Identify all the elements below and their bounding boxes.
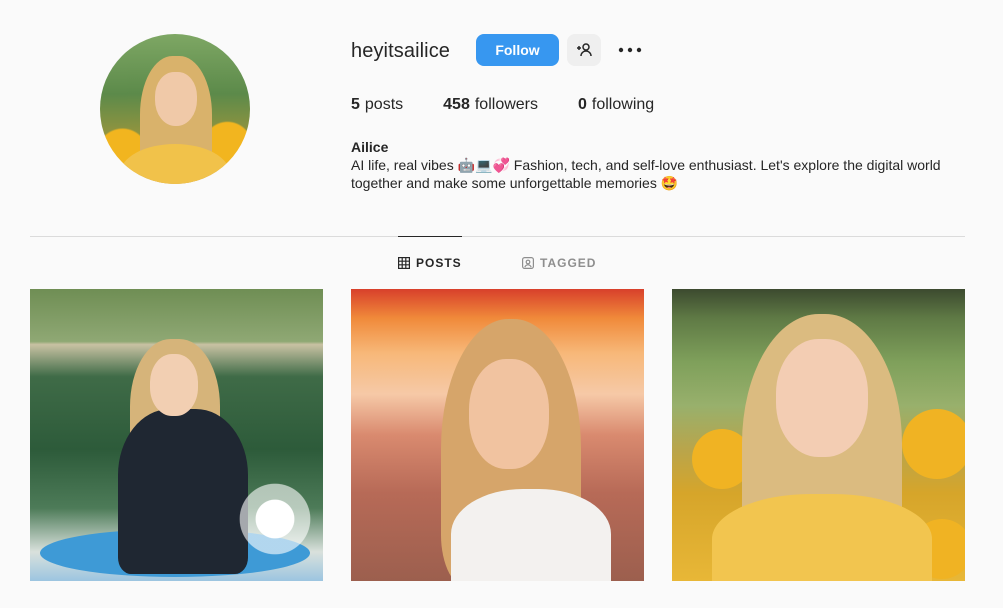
more-dots-icon	[618, 47, 642, 53]
following-label: following	[591, 96, 655, 113]
followers-stat[interactable]: 458 followers	[443, 96, 538, 114]
bio-text: AI life, real vibes 🤖💻💞 Fashion, tech, a…	[351, 157, 941, 191]
profile-stats: 5 posts 458 followers 0 following	[351, 96, 694, 114]
wetsuit-shape	[118, 409, 248, 574]
avatar-face	[155, 72, 197, 126]
profile-username: heyitsailice	[351, 40, 451, 62]
avatar-shirt	[120, 144, 230, 184]
post-face	[150, 354, 198, 416]
followers-label: followers	[474, 96, 538, 113]
add-user-icon	[576, 42, 592, 58]
post-face	[469, 359, 549, 469]
water-splash	[230, 474, 320, 564]
profile-page: heyitsailice Follow 5 posts 458 follower…	[0, 0, 1003, 608]
posts-label: posts	[364, 96, 404, 113]
tab-tagged[interactable]: TAGGED	[522, 256, 596, 270]
followers-count: 458	[443, 96, 470, 113]
following-stat[interactable]: 0 following	[578, 96, 654, 114]
tagged-icon	[522, 257, 534, 269]
sunflower-shape	[902, 409, 965, 479]
post-sunset-beach[interactable]	[351, 289, 644, 581]
posts-count: 5	[351, 96, 360, 113]
post-shirt	[712, 494, 932, 581]
suggest-user-button[interactable]	[567, 34, 601, 66]
tab-tagged-label: TAGGED	[540, 256, 597, 270]
active-tab-indicator	[398, 236, 462, 237]
following-count: 0	[578, 96, 587, 113]
more-options-button[interactable]	[616, 36, 644, 64]
post-surf-board[interactable]	[30, 289, 323, 581]
bio-name: Ailice	[351, 139, 389, 155]
post-shirt	[451, 489, 611, 581]
grid-icon	[398, 257, 410, 269]
profile-avatar[interactable]	[100, 34, 250, 184]
posts-stat: 5 posts	[351, 96, 403, 114]
follow-button[interactable]: Follow	[476, 34, 559, 66]
post-face	[776, 339, 868, 457]
tab-posts-label: POSTS	[416, 256, 462, 270]
tabs-divider	[30, 236, 965, 237]
tab-posts[interactable]: POSTS	[398, 256, 462, 270]
post-sunflower-field[interactable]	[672, 289, 965, 581]
